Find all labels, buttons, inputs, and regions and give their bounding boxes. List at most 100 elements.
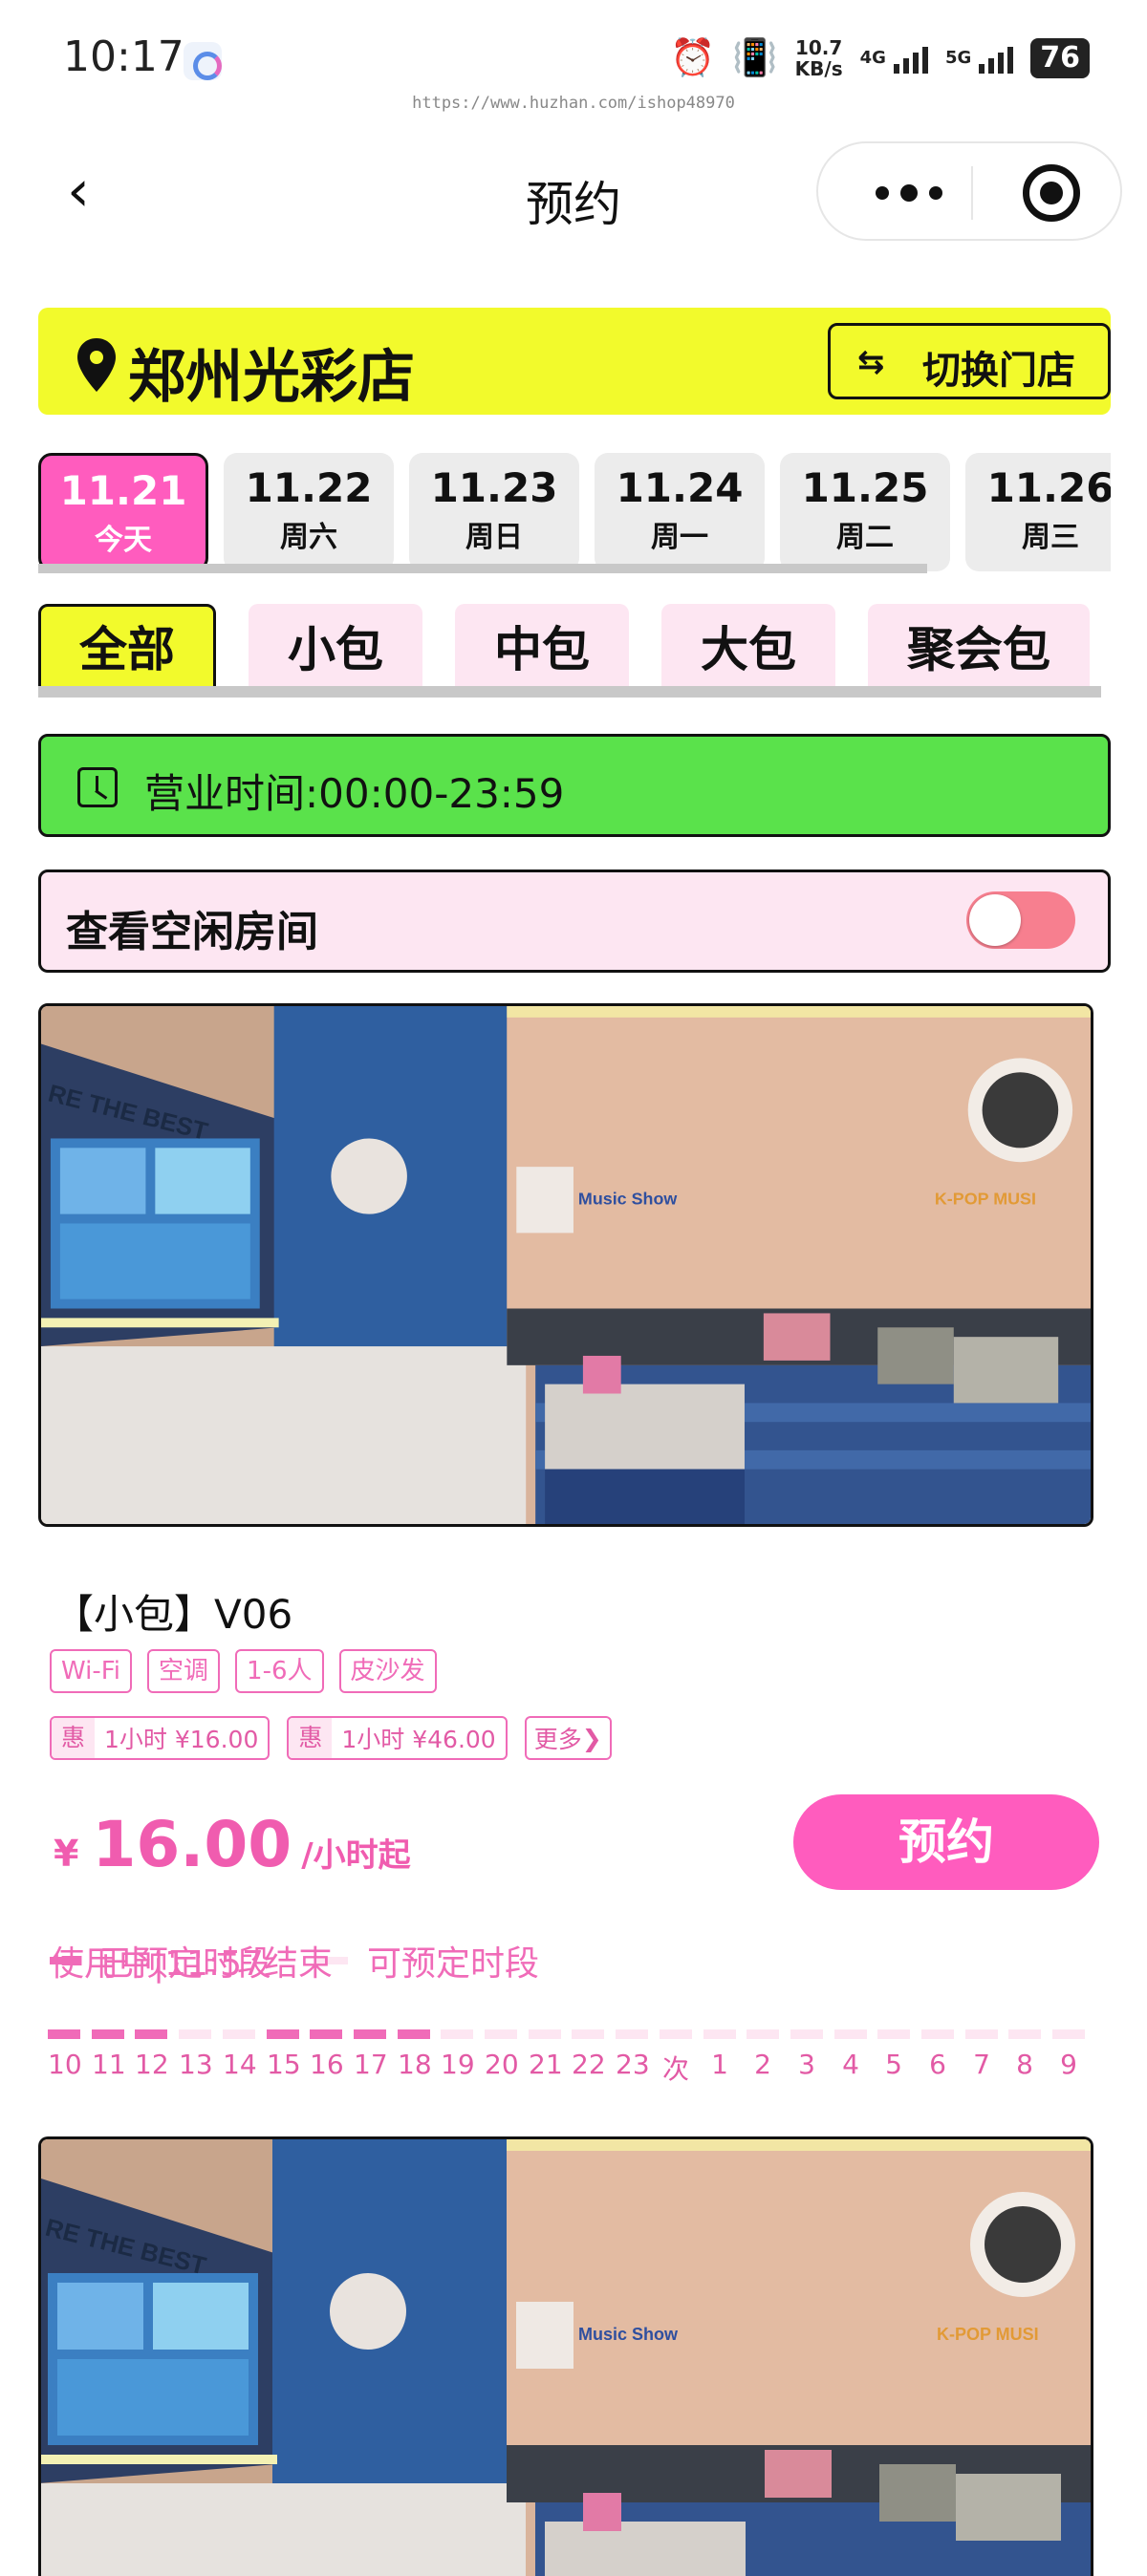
timeslot: 17	[354, 2029, 398, 2080]
timeslot: 9	[1052, 2029, 1096, 2080]
timeslot-hour: 8	[1016, 2049, 1033, 2080]
date-item[interactable]: 11.24 周一	[595, 453, 765, 571]
date-item[interactable]: 11.22 周六	[224, 453, 394, 571]
timeslot: 次	[660, 2029, 703, 2087]
timeslot: 10	[48, 2029, 92, 2080]
signal-bars-icon	[979, 47, 1014, 74]
tab-party[interactable]: 聚会包	[868, 604, 1090, 696]
timeslot-bar-available	[485, 2029, 517, 2039]
alarm-icon: ⏰	[670, 36, 716, 78]
capsule-divider	[971, 166, 973, 220]
photo-sign: K-POP MUSI	[937, 2325, 1039, 2344]
room-photo[interactable]: RE THE BEST Music Show K-POP MUSI	[38, 1003, 1093, 1527]
business-hours-label: 营业时间:00:00-23:59	[144, 770, 565, 817]
timeslot-bar-available	[877, 2029, 910, 2039]
room-photo-image: RE THE BEST Music Show K-POP MUSI	[41, 1006, 1091, 1524]
promo-text: 1小时 ¥16.00	[104, 1726, 259, 1753]
date-scrollbar[interactable]	[38, 564, 927, 573]
timeslot: 19	[441, 2029, 485, 2080]
timeslot: 13	[179, 2029, 223, 2080]
timeslot-hour: 22	[572, 2049, 606, 2080]
room-tag: 皮沙发	[338, 1649, 437, 1693]
room-tag: 1-6人	[235, 1649, 324, 1693]
date-label: 11.22	[245, 464, 373, 511]
timeslot-bar-available	[747, 2029, 779, 2039]
free-rooms-toggle[interactable]	[966, 891, 1075, 949]
status-bar: 10:17 ⏰ 📳 10.7 KB/s 4G 5G 76	[0, 0, 1147, 105]
timeslot-bar-available	[921, 2029, 954, 2039]
tabs-scrollbar[interactable]	[38, 686, 1101, 698]
timeslot-hour: 10	[48, 2049, 82, 2080]
more-promos-button[interactable]: 更多 ❯	[524, 1716, 612, 1760]
status-time: 10:17	[63, 32, 184, 81]
close-miniprogram-icon[interactable]	[1023, 164, 1080, 222]
timeslot: 8	[1008, 2029, 1052, 2080]
timeslot-hour: 5	[885, 2049, 902, 2080]
free-rooms-row: 查看空闲房间	[38, 869, 1111, 973]
timeslot-bar-available	[1052, 2029, 1085, 2039]
timeslot: 1	[703, 2029, 747, 2080]
timeslot-legend: 已预定时段 可预定时段 使用中|11:57结束	[50, 1936, 1101, 1984]
more-options-icon[interactable]	[856, 164, 962, 222]
room-name: 【小包】V06	[54, 1591, 293, 1638]
vibrate-icon: 📳	[732, 36, 778, 78]
date-item[interactable]: 11.25 周二	[780, 453, 950, 571]
price: ¥ 16.00 /小时起	[54, 1808, 411, 1881]
tab-large[interactable]: 大包	[661, 604, 835, 696]
weekday-label: 周三	[1022, 521, 1079, 554]
timeslot-bar-available	[965, 2029, 998, 2039]
watermark: https://www.huzhan.com/ishop48970	[412, 94, 735, 113]
date-item-today[interactable]: 11.21 今天	[38, 453, 208, 571]
switch-store-button[interactable]: ⇆ 切换门店	[828, 323, 1111, 399]
timeslot-hour: 9	[1060, 2049, 1077, 2080]
tab-all[interactable]: 全部	[38, 604, 216, 696]
timeslot-hour: 次	[661, 2053, 689, 2085]
timeslot: 4	[834, 2029, 878, 2080]
timeslot-bar-available	[179, 2029, 211, 2039]
photo-sign: Music Show	[578, 1190, 678, 1209]
timeslot-hour: 4	[842, 2049, 859, 2080]
swap-icon: ⇆	[857, 343, 885, 381]
free-rooms-label: 查看空闲房间	[66, 908, 318, 956]
date-item[interactable]: 11.23 周日	[409, 453, 579, 571]
timeslot-bar-available	[703, 2029, 736, 2039]
room-tag: Wi-Fi	[50, 1649, 133, 1693]
date-item[interactable]: 11.26 周三	[965, 453, 1111, 571]
book-button[interactable]: 预约	[793, 1794, 1099, 1890]
timeslot-timeline: 10 11 12 13 14 15 16 17 18 19 20 21 22 23 次 1 2 3 4 5 6 7 8 9	[48, 2029, 1099, 2096]
promo-item[interactable]: 惠 1小时 ¥16.00	[50, 1716, 271, 1760]
switch-store-label: 切换门店	[922, 349, 1075, 393]
signal-4g-label: 4G	[859, 48, 886, 68]
timeslot-hour: 23	[616, 2049, 650, 2080]
tab-small[interactable]: 小包	[249, 604, 422, 696]
timeslot-bar-available	[1008, 2029, 1041, 2039]
more-promos-label: 更多	[533, 1726, 582, 1753]
timeslot-hour: 16	[310, 2049, 344, 2080]
timeslot-bar-booked	[398, 2029, 430, 2039]
promo-item[interactable]: 惠 1小时 ¥46.00	[287, 1716, 508, 1760]
tab-medium[interactable]: 中包	[455, 604, 629, 696]
timeslot-bar-booked	[92, 2029, 124, 2039]
timeslot-hour: 13	[179, 2049, 213, 2080]
timeslot-bar-booked	[48, 2029, 80, 2039]
timeslot: 14	[223, 2029, 267, 2080]
timeslot: 6	[921, 2029, 965, 2080]
timeslot-bar-available	[616, 2029, 648, 2039]
timeslot-hour: 17	[354, 2049, 388, 2080]
battery-level: 76	[1030, 37, 1090, 78]
location-pin-icon	[77, 338, 116, 392]
timeslot-bar-booked	[310, 2029, 342, 2039]
timeslot: 23	[616, 2029, 660, 2080]
store-name: 郑州光彩店	[128, 344, 415, 411]
timeslot-hour: 3	[798, 2049, 815, 2080]
signal-bars-icon	[893, 47, 928, 74]
timeslot-hour: 14	[223, 2049, 257, 2080]
room-tag: 空调	[147, 1649, 221, 1693]
timeslot-bar-available	[223, 2029, 255, 2039]
timeslot-bar-booked	[135, 2029, 167, 2039]
date-label: 11.23	[430, 464, 558, 511]
room-photo[interactable]: RE THE BEST Music Show K-POP MUSI	[38, 2136, 1093, 2576]
chevron-right-icon: ❯	[581, 1724, 602, 1752]
date-label: 11.24	[616, 464, 744, 511]
promo-badge: 惠	[289, 1718, 333, 1758]
